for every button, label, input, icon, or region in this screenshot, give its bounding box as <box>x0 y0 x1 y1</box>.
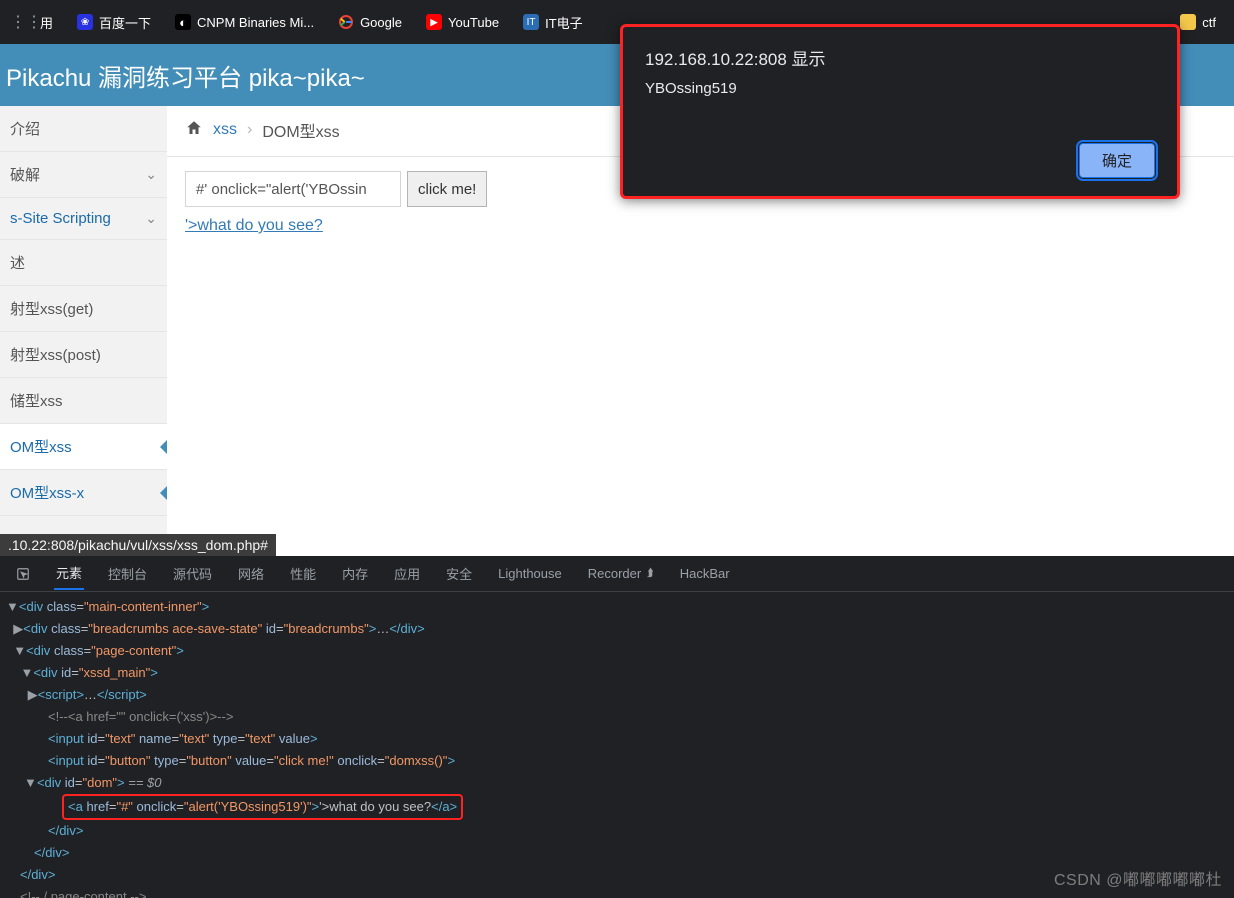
devtools: 元素 控制台 源代码 网络 性能 内存 应用 安全 Lighthouse Rec… <box>0 556 1234 898</box>
devtools-tab-performance[interactable]: 性能 <box>288 558 318 589</box>
bookmark-label: IT电子 <box>545 13 583 32</box>
sidebar-item-stored[interactable]: 储型xss <box>0 378 167 424</box>
sidebar-item-dom-xss[interactable]: OM型xss <box>0 424 167 470</box>
js-alert-dialog: 192.168.10.22:808 显示 YBOssing519 确定 <box>620 24 1180 199</box>
devtools-tab-console[interactable]: 控制台 <box>106 558 149 589</box>
breadcrumb-current: DOM型xss <box>262 118 339 142</box>
devtools-inspect-icon[interactable] <box>14 561 32 587</box>
sidebar-item-dom-xss-x[interactable]: OM型xss-x <box>0 470 167 516</box>
devtools-tab-elements[interactable]: 元素 <box>54 557 84 590</box>
bookmark-baidu[interactable]: ❀ 百度一下 <box>67 9 161 36</box>
bookmark-label: 百度一下 <box>99 13 151 32</box>
devtools-tab-recorder[interactable]: Recorder ⮭ <box>586 560 656 587</box>
apps-label: 用 <box>40 13 53 32</box>
it-icon: IT <box>523 14 539 30</box>
devtools-tabs: 元素 控制台 源代码 网络 性能 内存 应用 安全 Lighthouse Rec… <box>0 556 1234 592</box>
devtools-tab-memory[interactable]: 内存 <box>340 558 370 589</box>
submit-button[interactable]: click me! <box>407 171 487 207</box>
sidebar-item-overview[interactable]: 述 <box>0 240 167 286</box>
google-icon <box>338 14 354 30</box>
bookmark-google[interactable]: Google <box>328 10 412 34</box>
breadcrumb-sep: › <box>247 121 252 139</box>
app-title: Pikachu 漏洞练习平台 pika~pika~ <box>6 58 365 93</box>
cnpm-icon: ◐ <box>175 14 191 30</box>
alert-title: 192.168.10.22:808 显示 <box>645 45 1155 70</box>
chevron-down-icon: ⌄ <box>145 166 157 183</box>
sidebar: 介绍 破解⌄ s-Site Scripting⌄ 述 射型xss(get) 射型… <box>0 106 167 554</box>
bookmark-label: ctf <box>1202 15 1216 30</box>
bookmark-it[interactable]: IT IT电子 <box>513 9 593 36</box>
devtools-tab-sources[interactable]: 源代码 <box>171 558 214 589</box>
sidebar-item-reflected-post[interactable]: 射型xss(post) <box>0 332 167 378</box>
result-link[interactable]: '>what do you see? <box>185 217 323 234</box>
alert-ok-button[interactable]: 确定 <box>1079 143 1155 178</box>
highlighted-node[interactable]: <a href="#" onclick="alert('YBOssing519'… <box>62 794 463 820</box>
sidebar-item-reflected-get[interactable]: 射型xss(get) <box>0 286 167 332</box>
chevron-down-icon: ⌄ <box>145 210 157 227</box>
sidebar-item-intro[interactable]: 介绍 <box>0 106 167 152</box>
devtools-elements-panel[interactable]: ▼<div class="main-content-inner"> ▶<div … <box>0 592 1234 898</box>
bookmark-label: YouTube <box>448 15 499 30</box>
baidu-icon: ❀ <box>77 14 93 30</box>
breadcrumb-root[interactable]: xss <box>213 121 237 139</box>
devtools-tab-lighthouse[interactable]: Lighthouse <box>496 560 564 587</box>
bookmark-youtube[interactable]: ▶ YouTube <box>416 10 509 34</box>
folder-icon <box>1180 14 1196 30</box>
devtools-tab-application[interactable]: 应用 <box>392 558 422 589</box>
bookmark-label: CNPM Binaries Mi... <box>197 15 314 30</box>
apps-icon: ⋮⋮ <box>18 14 34 30</box>
apps-menu[interactable]: ⋮⋮ 用 <box>8 9 63 36</box>
bookmark-cnpm[interactable]: ◐ CNPM Binaries Mi... <box>165 10 324 34</box>
beta-icon: ⮭ <box>647 567 654 580</box>
alert-message: YBOssing519 <box>645 80 1155 97</box>
bookmark-label: Google <box>360 15 402 30</box>
youtube-icon: ▶ <box>426 14 442 30</box>
payload-input[interactable] <box>185 171 401 207</box>
sidebar-item-xss[interactable]: s-Site Scripting⌄ <box>0 198 167 240</box>
sidebar-item-crack[interactable]: 破解⌄ <box>0 152 167 198</box>
devtools-tab-network[interactable]: 网络 <box>236 558 266 589</box>
status-url: .10.22:808/pikachu/vul/xss/xss_dom.php# <box>0 534 276 556</box>
devtools-tab-hackbar[interactable]: HackBar <box>678 560 732 587</box>
devtools-tab-security[interactable]: 安全 <box>444 558 474 589</box>
home-icon[interactable] <box>185 119 203 142</box>
